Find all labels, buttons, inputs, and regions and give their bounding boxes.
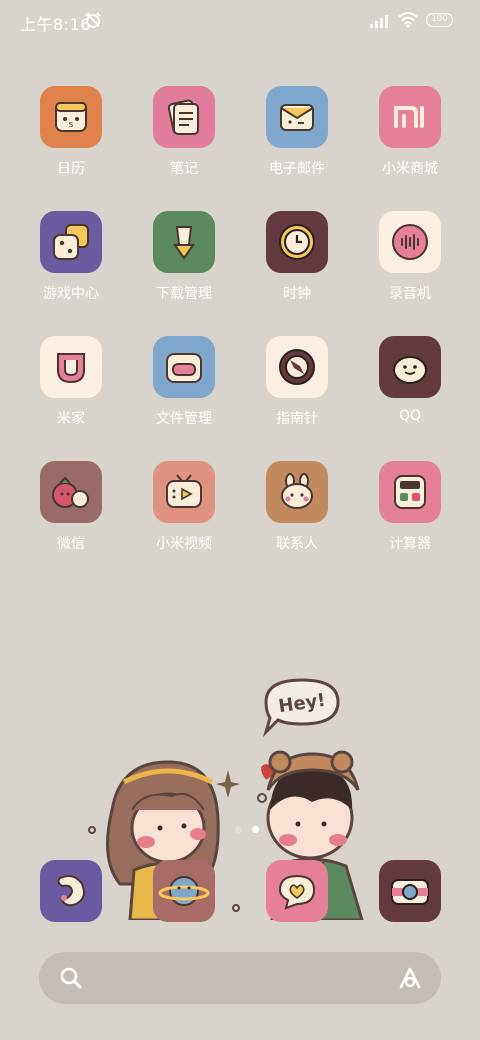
app-label: 日历: [57, 161, 85, 177]
status-bar: 上午8:16 100: [0, 0, 480, 42]
app-label: 电子邮件: [269, 161, 325, 177]
recorder-icon: [379, 211, 441, 273]
app-recorder[interactable]: 录音机: [355, 211, 465, 321]
calendar-icon: s: [40, 86, 102, 148]
app-label: 游戏中心: [43, 286, 99, 302]
battery-icon: 100: [426, 13, 453, 27]
browser-planet-icon: [153, 860, 215, 922]
app-file-manager[interactable]: 文件管理: [129, 336, 239, 446]
dock-phone[interactable]: [40, 860, 102, 922]
phone-icon: [40, 860, 102, 922]
app-calculator[interactable]: 计算器: [355, 461, 465, 571]
app-label: 录音机: [389, 286, 431, 302]
app-compass[interactable]: 指南针: [242, 336, 352, 446]
app-label: 下载管理: [156, 286, 212, 302]
app-label: 计算器: [389, 536, 431, 552]
app-qq[interactable]: QQ: [355, 336, 465, 446]
clock-icon: [266, 211, 328, 273]
mi-video-icon: [153, 461, 215, 523]
assistant-icon[interactable]: [397, 965, 423, 991]
app-label: QQ: [398, 408, 422, 424]
dock-browser[interactable]: [153, 860, 215, 922]
file-manager-icon: [153, 336, 215, 398]
app-label: 小米视频: [156, 536, 212, 552]
notes-icon: [153, 86, 215, 148]
app-wechat[interactable]: 微信: [16, 461, 126, 571]
app-contacts[interactable]: 联系人: [242, 461, 352, 571]
app-label: 米家: [57, 411, 85, 427]
game-center-icon: [40, 211, 102, 273]
app-notes[interactable]: 笔记: [129, 86, 239, 196]
page-dot-active: [252, 826, 259, 833]
app-game-center[interactable]: 游戏中心: [16, 211, 126, 321]
mijia-icon: [40, 336, 102, 398]
battery-level: 100: [431, 14, 448, 24]
app-mi-store[interactable]: 小米商城: [355, 86, 465, 196]
email-icon: [266, 86, 328, 148]
wechat-icon: [40, 461, 102, 523]
mi-store-icon: [379, 86, 441, 148]
app-label: 时钟: [283, 286, 311, 302]
app-mi-video[interactable]: 小米视频: [129, 461, 239, 571]
app-calendar[interactable]: s 日历: [16, 86, 126, 196]
app-clock[interactable]: 时钟: [242, 211, 352, 321]
download-manager-icon: [153, 211, 215, 273]
dock-messages[interactable]: [266, 860, 328, 922]
app-download-manager[interactable]: 下载管理: [129, 211, 239, 321]
messages-icon: [266, 860, 328, 922]
search-bar[interactable]: [39, 952, 441, 1004]
svg-text:s: s: [69, 120, 74, 130]
compass-icon: [266, 336, 328, 398]
app-label: 微信: [57, 536, 85, 552]
page-indicator: [230, 826, 262, 834]
app-label: 联系人: [276, 536, 318, 552]
status-time: 上午8:16: [20, 15, 91, 34]
alarm-off-icon: [85, 12, 101, 28]
app-label: 文件管理: [156, 411, 212, 427]
qq-icon: [379, 336, 441, 398]
app-email[interactable]: 电子邮件: [242, 86, 352, 196]
app-label: 小米商城: [382, 161, 438, 177]
app-label: 指南针: [276, 411, 318, 427]
calculator-icon: [379, 461, 441, 523]
wifi-icon: [398, 12, 418, 28]
signal-icon: [370, 15, 388, 28]
dock-camera[interactable]: [379, 860, 441, 922]
search-icon: [60, 967, 82, 989]
page-dot: [235, 826, 242, 833]
app-mijia[interactable]: 米家: [16, 336, 126, 446]
camera-icon: [379, 860, 441, 922]
app-label: 笔记: [170, 161, 198, 177]
contacts-icon: [266, 461, 328, 523]
wallpaper-illustration: Hey!: [88, 678, 364, 920]
